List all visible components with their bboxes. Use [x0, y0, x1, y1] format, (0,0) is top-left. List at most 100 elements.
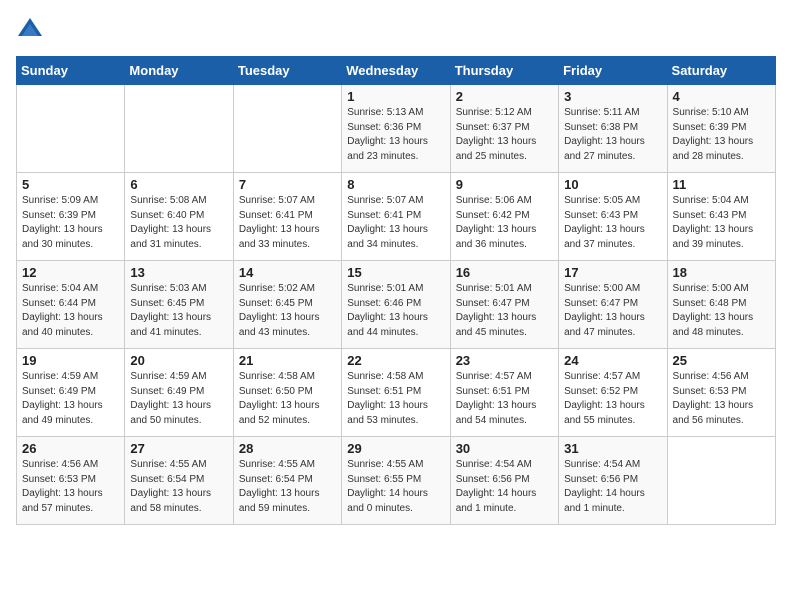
calendar-cell: 17 Sunrise: 5:00 AM Sunset: 6:47 PM Dayli…: [559, 261, 667, 349]
day-number: 1: [347, 89, 444, 104]
day-number: 17: [564, 265, 661, 280]
weekday-header-thursday: Thursday: [450, 57, 558, 85]
day-info: Sunrise: 5:07 AM Sunset: 6:41 PM Dayligh…: [239, 194, 336, 252]
calendar-cell: 6Sunrise: 5:08 AM Sunset: 6:40 PM Daylig…: [125, 173, 233, 261]
day-info: Sunrise: 4:56 AM Sunset: 6:53 PM Dayligh…: [673, 370, 770, 428]
weekday-header-wednesday: Wednesday: [342, 57, 450, 85]
calendar-cell: 12 Sunrise: 5:04 AM Sunset: 6:44 PM Dayli…: [17, 261, 125, 349]
day-number: 7: [239, 177, 336, 192]
day-number: 4: [673, 89, 770, 104]
calendar-cell: 22Sunrise: 4:58 AM Sunset: 6:51 PM Dayli…: [342, 349, 450, 437]
calendar-cell: 25 Sunrise: 4:56 AM Sunset: 6:53 PM Dayli…: [667, 349, 775, 437]
calendar-cell: 20 Sunrise: 4:59 AM Sunset: 6:49 PM Dayli…: [125, 349, 233, 437]
day-info: Sunrise: 5:01 AM Sunset: 6:47 PM Dayligh…: [456, 282, 553, 340]
day-number: 31: [564, 441, 661, 456]
calendar-cell: 24 Sunrise: 4:57 AM Sunset: 6:52 PM Dayli…: [559, 349, 667, 437]
day-number: 10: [564, 177, 661, 192]
calendar-cell: 1 Sunrise: 5:13 AM Sunset: 6:36 PM Daylig…: [342, 85, 450, 173]
day-number: 21: [239, 353, 336, 368]
calendar-cell: 4 Sunrise: 5:10 AM Sunset: 6:39 PM Daylig…: [667, 85, 775, 173]
day-number: 3: [564, 89, 661, 104]
calendar-cell: 21 Sunrise: 4:58 AM Sunset: 6:50 PM Dayli…: [233, 349, 341, 437]
calendar-cell: 30Sunrise: 4:54 AM Sunset: 6:56 PM Dayli…: [450, 437, 558, 525]
day-info: Sunrise: 5:11 AM Sunset: 6:38 PM Dayligh…: [564, 106, 661, 164]
day-number: 14: [239, 265, 336, 280]
day-number: 29: [347, 441, 444, 456]
calendar-week-row: 12 Sunrise: 5:04 AM Sunset: 6:44 PM Dayli…: [17, 261, 776, 349]
day-info: Sunrise: 5:05 AM Sunset: 6:43 PM Dayligh…: [564, 194, 661, 252]
calendar-week-row: 1 Sunrise: 5:13 AM Sunset: 6:36 PM Daylig…: [17, 85, 776, 173]
calendar-cell: 14 Sunrise: 5:02 AM Sunset: 6:45 PM Dayli…: [233, 261, 341, 349]
weekday-header-sunday: Sunday: [17, 57, 125, 85]
day-number: 11: [673, 177, 770, 192]
calendar-cell: 15 Sunrise: 5:01 AM Sunset: 6:46 PM Dayli…: [342, 261, 450, 349]
calendar-cell: 2Sunrise: 5:12 AM Sunset: 6:37 PM Daylig…: [450, 85, 558, 173]
calendar-cell: 8Sunrise: 5:07 AM Sunset: 6:41 PM Daylig…: [342, 173, 450, 261]
calendar-cell: 23 Sunrise: 4:57 AM Sunset: 6:51 PM Dayli…: [450, 349, 558, 437]
day-info: Sunrise: 4:54 AM Sunset: 6:56 PM Dayligh…: [564, 458, 661, 516]
day-number: 16: [456, 265, 553, 280]
day-info: Sunrise: 5:09 AM Sunset: 6:39 PM Dayligh…: [22, 194, 119, 252]
calendar-cell: 27Sunrise: 4:55 AM Sunset: 6:54 PM Dayli…: [125, 437, 233, 525]
day-info: Sunrise: 5:06 AM Sunset: 6:42 PM Dayligh…: [456, 194, 553, 252]
calendar-table: SundayMondayTuesdayWednesdayThursdayFrid…: [16, 56, 776, 525]
calendar-cell: 9 Sunrise: 5:06 AM Sunset: 6:42 PM Daylig…: [450, 173, 558, 261]
day-info: Sunrise: 4:55 AM Sunset: 6:55 PM Dayligh…: [347, 458, 444, 516]
weekday-header-friday: Friday: [559, 57, 667, 85]
day-number: 20: [130, 353, 227, 368]
day-number: 12: [22, 265, 119, 280]
day-info: Sunrise: 4:59 AM Sunset: 6:49 PM Dayligh…: [22, 370, 119, 428]
calendar-cell: 28 Sunrise: 4:55 AM Sunset: 6:54 PM Dayli…: [233, 437, 341, 525]
calendar-cell: 16 Sunrise: 5:01 AM Sunset: 6:47 PM Dayli…: [450, 261, 558, 349]
day-number: 28: [239, 441, 336, 456]
day-number: 26: [22, 441, 119, 456]
calendar-cell: 5 Sunrise: 5:09 AM Sunset: 6:39 PM Daylig…: [17, 173, 125, 261]
weekday-header-monday: Monday: [125, 57, 233, 85]
day-info: Sunrise: 4:55 AM Sunset: 6:54 PM Dayligh…: [239, 458, 336, 516]
day-info: Sunrise: 5:12 AM Sunset: 6:37 PM Dayligh…: [456, 106, 553, 164]
calendar-cell: 18 Sunrise: 5:00 AM Sunset: 6:48 PM Dayli…: [667, 261, 775, 349]
day-info: Sunrise: 5:13 AM Sunset: 6:36 PM Dayligh…: [347, 106, 444, 164]
day-info: Sunrise: 4:58 AM Sunset: 6:50 PM Dayligh…: [239, 370, 336, 428]
calendar-week-row: 19Sunrise: 4:59 AM Sunset: 6:49 PM Dayli…: [17, 349, 776, 437]
day-info: Sunrise: 4:55 AM Sunset: 6:54 PM Dayligh…: [130, 458, 227, 516]
calendar-cell: 26 Sunrise: 4:56 AM Sunset: 6:53 PM Dayli…: [17, 437, 125, 525]
day-number: 9: [456, 177, 553, 192]
day-info: Sunrise: 5:00 AM Sunset: 6:47 PM Dayligh…: [564, 282, 661, 340]
day-number: 30: [456, 441, 553, 456]
day-info: Sunrise: 4:59 AM Sunset: 6:49 PM Dayligh…: [130, 370, 227, 428]
weekday-header-tuesday: Tuesday: [233, 57, 341, 85]
weekday-header-row: SundayMondayTuesdayWednesdayThursdayFrid…: [17, 57, 776, 85]
day-info: Sunrise: 5:03 AM Sunset: 6:45 PM Dayligh…: [130, 282, 227, 340]
calendar-week-row: 5 Sunrise: 5:09 AM Sunset: 6:39 PM Daylig…: [17, 173, 776, 261]
calendar-week-row: 26 Sunrise: 4:56 AM Sunset: 6:53 PM Dayli…: [17, 437, 776, 525]
calendar-cell: 19Sunrise: 4:59 AM Sunset: 6:49 PM Dayli…: [17, 349, 125, 437]
day-number: 23: [456, 353, 553, 368]
day-number: 24: [564, 353, 661, 368]
day-info: Sunrise: 5:10 AM Sunset: 6:39 PM Dayligh…: [673, 106, 770, 164]
day-number: 25: [673, 353, 770, 368]
day-info: Sunrise: 4:57 AM Sunset: 6:52 PM Dayligh…: [564, 370, 661, 428]
calendar-cell: 7 Sunrise: 5:07 AM Sunset: 6:41 PM Daylig…: [233, 173, 341, 261]
day-info: Sunrise: 5:00 AM Sunset: 6:48 PM Dayligh…: [673, 282, 770, 340]
calendar-cell: [667, 437, 775, 525]
day-number: 18: [673, 265, 770, 280]
day-info: Sunrise: 5:04 AM Sunset: 6:43 PM Dayligh…: [673, 194, 770, 252]
logo: [16, 16, 48, 44]
day-number: 13: [130, 265, 227, 280]
day-info: Sunrise: 4:56 AM Sunset: 6:53 PM Dayligh…: [22, 458, 119, 516]
day-number: 5: [22, 177, 119, 192]
day-number: 8: [347, 177, 444, 192]
calendar-cell: 3 Sunrise: 5:11 AM Sunset: 6:38 PM Daylig…: [559, 85, 667, 173]
day-info: Sunrise: 5:01 AM Sunset: 6:46 PM Dayligh…: [347, 282, 444, 340]
day-info: Sunrise: 5:04 AM Sunset: 6:44 PM Dayligh…: [22, 282, 119, 340]
calendar-cell: [17, 85, 125, 173]
logo-icon: [16, 16, 44, 44]
day-info: Sunrise: 5:02 AM Sunset: 6:45 PM Dayligh…: [239, 282, 336, 340]
day-number: 15: [347, 265, 444, 280]
day-info: Sunrise: 5:08 AM Sunset: 6:40 PM Dayligh…: [130, 194, 227, 252]
weekday-header-saturday: Saturday: [667, 57, 775, 85]
day-info: Sunrise: 4:57 AM Sunset: 6:51 PM Dayligh…: [456, 370, 553, 428]
page-header: [16, 16, 776, 44]
day-info: Sunrise: 4:58 AM Sunset: 6:51 PM Dayligh…: [347, 370, 444, 428]
